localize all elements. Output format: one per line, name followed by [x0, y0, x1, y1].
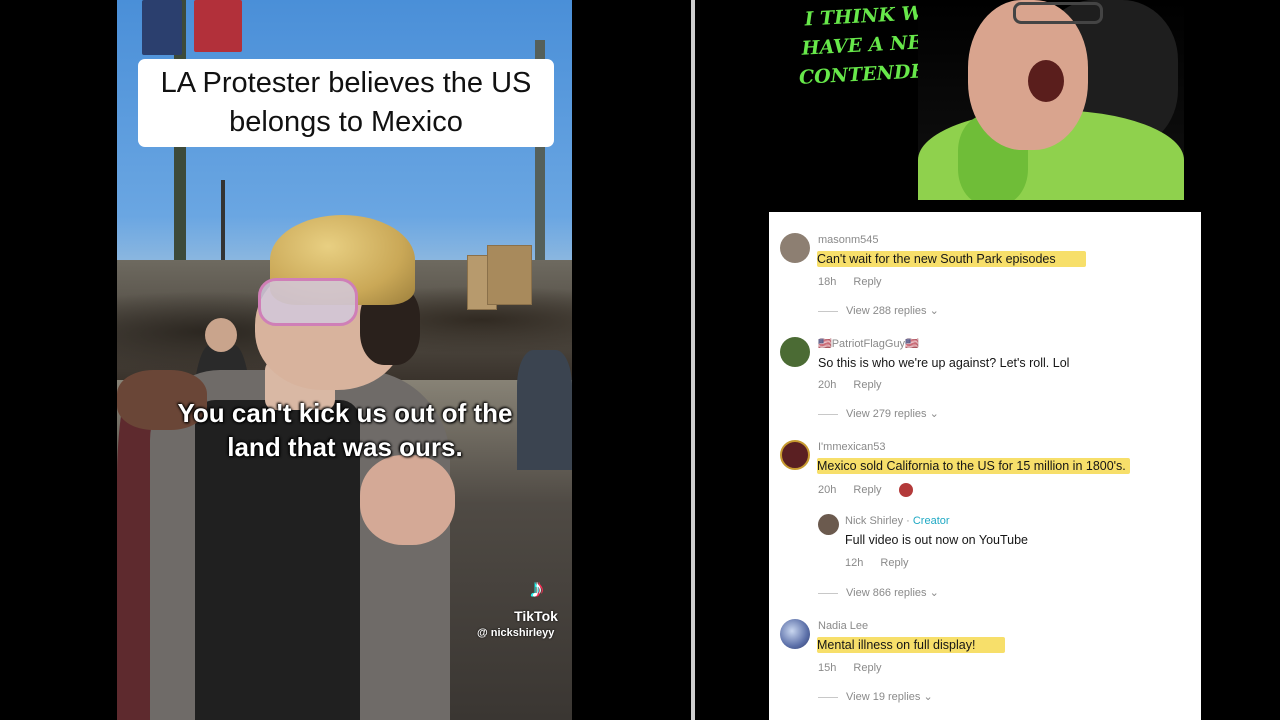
comment-highlight: Can't wait for the new South Park episod…	[817, 251, 1086, 267]
comment-meta: 20h Reply	[818, 483, 927, 497]
meme-face	[968, 0, 1103, 150]
comment-username[interactable]: 🇺🇸PatriotFlagGuy🇺🇸	[818, 337, 919, 350]
reply-username[interactable]: Nick Shirley · Creator	[845, 515, 950, 527]
comment-username[interactable]: masonm545	[818, 234, 879, 246]
comment-meta: 20h Reply	[818, 379, 896, 391]
street-banner	[142, 0, 182, 55]
avatar[interactable]	[780, 440, 810, 470]
meme-glasses	[1013, 2, 1103, 24]
protester-hand	[360, 455, 455, 545]
reply-time: 12h	[845, 557, 864, 569]
creator-liked-icon	[898, 483, 913, 497]
comment-text: Mental illness on full display!	[817, 637, 1006, 653]
comment-meta: 15h Reply	[818, 662, 896, 674]
bystander-head	[205, 318, 237, 352]
view-replies-button[interactable]: View 279 replies ⌄	[818, 407, 939, 420]
meme-mouth	[1028, 60, 1064, 102]
creator-badge: Creator	[912, 515, 950, 527]
comment-time: 20h	[818, 379, 837, 391]
reply-button[interactable]: Reply	[880, 557, 908, 569]
avatar[interactable]	[780, 337, 810, 367]
comment-text: So this is who we're up against? Let's r…	[818, 356, 1070, 370]
comment-text: Can't wait for the new South Park episod…	[817, 251, 1086, 267]
video-title: LA Protester believes the US belongs to …	[138, 59, 554, 147]
reply-text: Full video is out now on YouTube	[845, 533, 1028, 547]
reply-button[interactable]: Reply	[853, 379, 881, 391]
comment-text: Mexico sold California to the US for 15 …	[817, 458, 1130, 474]
panel-divider	[691, 0, 695, 720]
view-replies-label: View 866 replies	[846, 587, 927, 599]
view-replies-button[interactable]: View 866 replies ⌄	[818, 586, 939, 599]
reply-button[interactable]: Reply	[853, 662, 881, 674]
video-caption: You can't kick us out of the land that w…	[177, 398, 513, 462]
comment-time: 20h	[818, 483, 837, 496]
tiktok-logo-icon: ♪	[530, 573, 544, 603]
avatar[interactable]	[780, 619, 810, 649]
avatar[interactable]	[780, 233, 810, 263]
avatar[interactable]	[818, 514, 839, 535]
comments-panel: masonm545 Can't wait for the new South P…	[769, 212, 1201, 720]
meme-photo	[918, 0, 1184, 200]
street-banner	[194, 0, 242, 52]
view-replies-label: View 288 replies	[846, 305, 927, 317]
comment-highlight: Mental illness on full display!	[817, 637, 1006, 653]
protester-goggles	[258, 278, 358, 326]
comment-username[interactable]: I'mmexican53	[818, 441, 886, 453]
comment-time: 18h	[818, 276, 837, 288]
view-replies-button[interactable]: View 288 replies ⌄	[818, 304, 939, 317]
tiktok-brand: TikTok	[514, 608, 558, 624]
reply-button[interactable]: Reply	[853, 276, 881, 288]
reply-username-text: Nick Shirley	[845, 515, 904, 527]
view-replies-button[interactable]: View 19 replies ⌄	[818, 690, 933, 703]
tiktok-handle: @ nickshirleyy	[477, 627, 555, 639]
comment-time: 15h	[818, 662, 837, 674]
reply-button[interactable]: Reply	[853, 484, 881, 496]
reply-meta: 12h Reply	[845, 557, 923, 569]
view-replies-label: View 19 replies	[846, 691, 921, 703]
comment-meta: 18h Reply	[818, 276, 896, 288]
comment-username[interactable]: Nadia Lee	[818, 620, 868, 632]
view-replies-label: View 279 replies	[846, 408, 927, 420]
protest-sign	[487, 245, 532, 305]
comment-highlight: Mexico sold California to the US for 15 …	[817, 458, 1130, 474]
